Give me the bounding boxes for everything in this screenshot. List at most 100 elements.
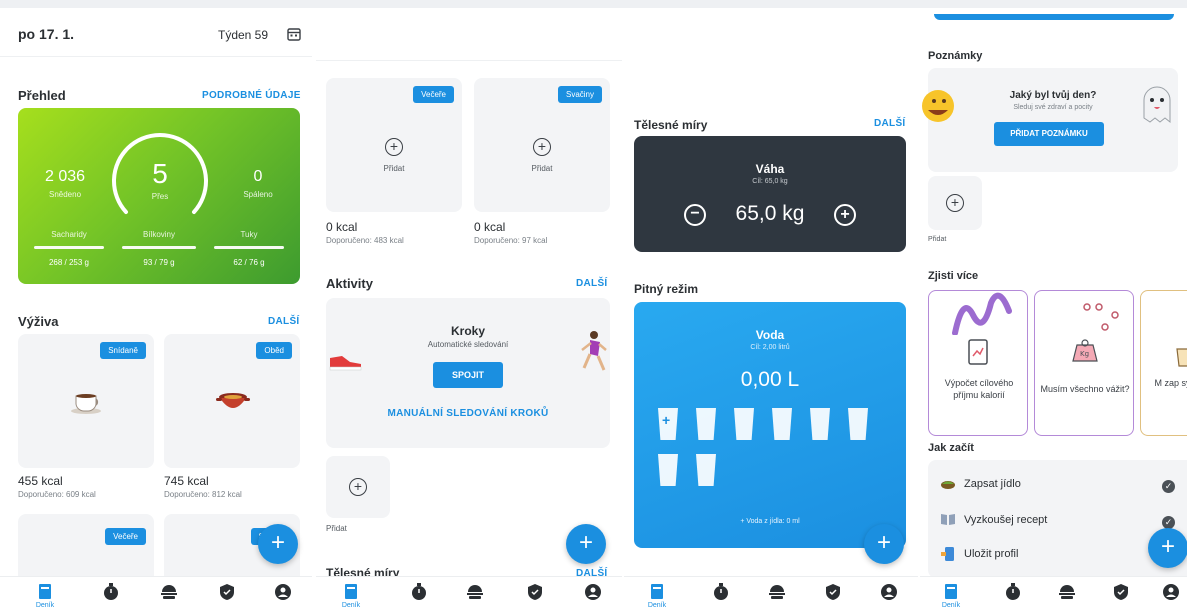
food-icon	[1059, 585, 1075, 599]
nav-timer[interactable]	[404, 583, 434, 601]
nav-diary[interactable]: Deník	[336, 583, 366, 609]
weigh-everything-card[interactable]: Kg Musím všechno vážit?	[1034, 290, 1134, 436]
add-note-card[interactable]: +	[928, 176, 982, 230]
shield-icon	[1114, 584, 1128, 600]
nav-shield[interactable]	[520, 583, 550, 601]
todo-try-recipe[interactable]: Vyzkoušej recept	[964, 514, 1047, 526]
detailed-data-link[interactable]: PODROBNÉ ÚDAJE	[202, 90, 301, 101]
add-activity-icon: +	[349, 478, 367, 496]
eaten-value: 2 036	[44, 168, 86, 185]
previous-card-edge	[934, 14, 1174, 20]
lunch-recommended: Doporučeno: 812 kcal	[164, 490, 242, 499]
nav-profile[interactable]	[874, 583, 904, 601]
nav-diary[interactable]: Deník	[30, 583, 60, 609]
activities-title: Aktivity	[326, 276, 373, 291]
lunch-card[interactable]: Oběd	[164, 334, 300, 468]
burned-value: 0	[253, 168, 263, 185]
body-measures-link[interactable]: DALŠÍ	[874, 118, 906, 129]
nutrition-more-link[interactable]: DALŠÍ	[268, 316, 300, 327]
increase-weight-button[interactable]: +	[834, 204, 856, 226]
nav-food[interactable]	[762, 583, 792, 601]
raw-food-card[interactable]: M zap syrov	[1140, 290, 1187, 436]
calendar-icon[interactable]	[286, 26, 302, 47]
water-glass[interactable]	[658, 454, 678, 486]
decrease-weight-button[interactable]: −	[684, 204, 706, 226]
snacks-card[interactable]: Svačiny + Přidat	[474, 78, 610, 212]
dinner-card[interactable]: Večeře + Přidat	[326, 78, 462, 212]
manual-steps-link[interactable]: MANUÁLNÍ SLEDOVÁNÍ KROKŮ	[326, 408, 610, 419]
nav-food[interactable]	[154, 583, 184, 601]
activities-more-link[interactable]: DALŠÍ	[576, 278, 608, 289]
water-glass[interactable]	[734, 408, 754, 440]
carbs-bar	[34, 246, 104, 249]
shield-icon	[220, 584, 234, 600]
weight-kg-icon: Kg	[1072, 339, 1098, 362]
water-glass[interactable]	[696, 408, 716, 440]
nav-shield[interactable]	[212, 583, 242, 601]
top-divider	[316, 60, 622, 61]
food-icon	[769, 585, 785, 599]
weigh-everything-text: Musím všechno vážit?	[1040, 384, 1130, 394]
profile-card-icon	[940, 546, 956, 567]
water-glass[interactable]	[848, 408, 868, 440]
nav-timer[interactable]	[998, 583, 1028, 601]
nutrition-title: Výživa	[18, 314, 59, 329]
lunch-tag: Oběd	[256, 342, 292, 359]
add-fab[interactable]: +	[864, 524, 904, 564]
nav-profile[interactable]	[578, 583, 608, 601]
calculator-doc-icon	[968, 339, 988, 365]
add-activity-label: Přidat	[326, 524, 347, 533]
nav-diary[interactable]: Deník	[642, 583, 672, 609]
nav-diary-label: Deník	[647, 602, 667, 609]
water-glass[interactable]	[696, 454, 716, 486]
add-snacks-icon[interactable]: +	[533, 138, 551, 156]
add-fab[interactable]: +	[566, 524, 606, 564]
nav-diary[interactable]: Deník	[936, 583, 966, 609]
week-label[interactable]: Týden 59	[218, 28, 268, 42]
todo-log-food[interactable]: Zapsat jídlo	[964, 478, 1021, 490]
nav-food[interactable]	[460, 583, 490, 601]
ghost-icon	[1143, 86, 1171, 124]
nav-shield[interactable]	[1106, 583, 1136, 601]
water-glass[interactable]	[810, 408, 830, 440]
overview-card[interactable]: 2 036 Snědeno 5 Přes 0 Spáleno Sacharidy…	[18, 108, 300, 284]
calorie-target-card[interactable]: Výpočet cílového příjmu kalorií	[928, 290, 1028, 436]
breakfast-kcal: 455 kcal	[18, 474, 63, 488]
carbs-value: 268 / 253 g	[48, 258, 90, 267]
glass-plus-icon: +	[662, 412, 671, 428]
snacks-recommended: Doporučeno: 97 kcal	[474, 236, 548, 245]
add-dinner-label: Přidat	[383, 164, 405, 173]
weight-goal: Cíl: 65,0 kg	[752, 178, 788, 185]
over-value: 5	[152, 158, 168, 189]
connect-button[interactable]: SPOJIT	[433, 362, 503, 388]
dinner-tag: Večeře	[413, 86, 454, 103]
water-from-food: + Voda z jídla: 0 ml	[740, 518, 800, 525]
pot-icon	[216, 393, 250, 408]
nav-timer[interactable]	[706, 583, 736, 601]
nav-shield[interactable]	[818, 583, 848, 601]
add-note-label: Přidat	[928, 236, 947, 243]
fat-bar	[214, 246, 284, 249]
diary-screen-3: Tělesné míry DALŠÍ Váha Cíl: 65,0 kg − 6…	[624, 8, 918, 612]
runner-icon	[581, 331, 607, 371]
water-glass[interactable]	[772, 408, 792, 440]
add-fab[interactable]: +	[1148, 528, 1187, 568]
breakfast-card[interactable]: Snídaně	[18, 334, 154, 468]
food-icon	[467, 585, 483, 599]
nav-food[interactable]	[1052, 583, 1082, 601]
nav-timer[interactable]	[96, 583, 126, 601]
nav-profile[interactable]	[1156, 583, 1186, 601]
dinner-card[interactable]: Večeře	[18, 514, 154, 584]
fat-value: 62 / 76 g	[233, 258, 265, 267]
calorie-target-text: Výpočet cílového příjmu kalorií	[944, 378, 1014, 400]
add-note-button[interactable]: PŘIDAT POZNÁMKU	[994, 122, 1104, 146]
add-fab[interactable]: +	[258, 524, 298, 564]
add-dinner-icon[interactable]: +	[385, 138, 403, 156]
check-icon: ✓	[1162, 480, 1175, 493]
weight-card[interactable]: Váha Cíl: 65,0 kg − 65,0 kg +	[634, 136, 906, 252]
todo-save-profile[interactable]: Uložit profil	[964, 548, 1018, 560]
steps-subtitle: Automatické sledování	[427, 340, 509, 349]
date-label[interactable]: po 17. 1.	[18, 26, 74, 42]
add-activity-card[interactable]: +	[326, 456, 390, 518]
nav-profile[interactable]	[268, 583, 298, 601]
